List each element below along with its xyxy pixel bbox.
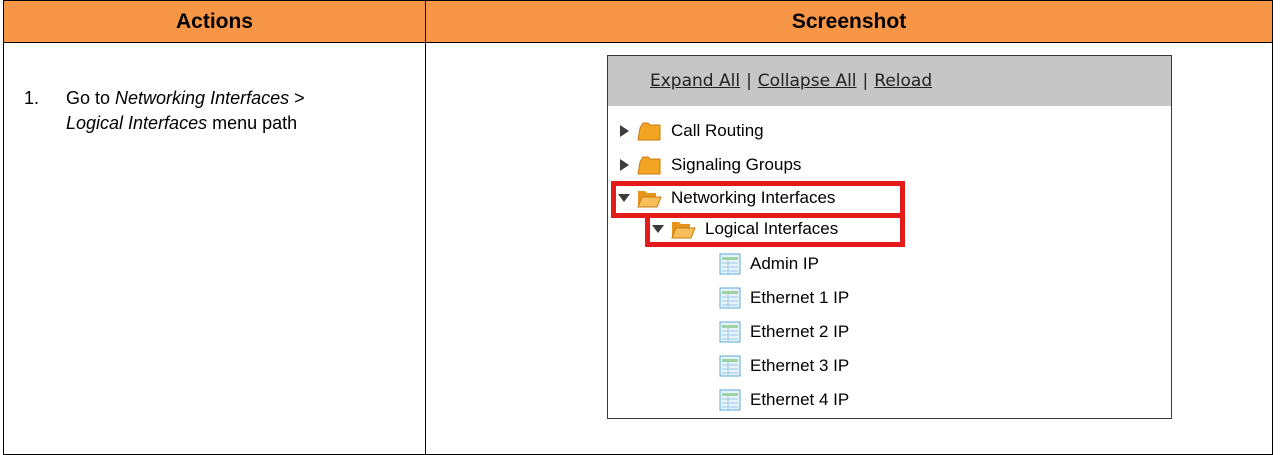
tree-node-label: Ethernet 1 IP	[750, 288, 850, 307]
tree-leaf-ethernet-2-ip[interactable]: Ethernet 2 IP	[719, 317, 849, 347]
tree-toolbar: Expand All | Collapse All | Reload	[608, 56, 1171, 106]
folder-open-icon	[636, 187, 662, 209]
step-prefix: Go to	[66, 88, 116, 108]
screenshot-area: Expand All | Collapse All | Reload Call …	[426, 43, 1272, 454]
triangle-down-icon[interactable]	[618, 191, 630, 205]
tree-leaf-ethernet-4-ip[interactable]: Ethernet 4 IP	[719, 385, 849, 415]
triangle-right-icon[interactable]	[618, 158, 630, 172]
screenshot-header: Screenshot	[425, 0, 1273, 43]
tree-node-logical-interfaces[interactable]: Logical Interfaces	[652, 214, 838, 244]
triangle-right-icon[interactable]	[618, 124, 630, 138]
instructions-table: Actions Screenshot 1. Go to Networking I…	[3, 0, 1273, 455]
tree-node-label: Networking Interfaces	[671, 188, 836, 207]
step-suffix: menu path	[207, 113, 298, 133]
reload-link[interactable]: Reload	[874, 71, 932, 91]
tree-node-label: Ethernet 3 IP	[750, 356, 850, 375]
table-page-icon	[719, 389, 741, 411]
table-page-icon	[719, 321, 741, 343]
triangle-down-icon[interactable]	[652, 222, 664, 236]
folder-closed-icon	[636, 154, 662, 176]
table-page-icon	[719, 253, 741, 275]
folder-closed-icon	[636, 120, 662, 142]
table-page-icon	[719, 355, 741, 377]
tree-leaf-ethernet-3-ip[interactable]: Ethernet 3 IP	[719, 351, 849, 381]
step-path-networking: Networking Interfaces	[115, 88, 290, 108]
actions-cell: 1. Go to Networking Interfaces > Logical…	[3, 42, 426, 455]
navigation-tree-panel: Expand All | Collapse All | Reload Call …	[607, 55, 1172, 419]
step-number: 1.	[24, 88, 40, 108]
tree-node-label: Signaling Groups	[671, 155, 802, 174]
table-row: 1. Go to Networking Interfaces > Logical…	[3, 42, 1273, 455]
screenshot-cell: Expand All | Collapse All | Reload Call …	[425, 42, 1273, 455]
tree-node-call-routing[interactable]: Call Routing	[618, 116, 764, 146]
toolbar-separator: |	[862, 71, 869, 91]
folder-open-icon	[670, 218, 696, 240]
step-text: 1. Go to Networking Interfaces > Logical…	[4, 43, 425, 136]
tree-node-label: Call Routing	[671, 121, 764, 140]
tree-node-label: Ethernet 2 IP	[750, 322, 850, 341]
step-path-logical: Logical Interfaces	[66, 113, 208, 133]
expand-all-link[interactable]: Expand All	[650, 71, 740, 91]
table-page-icon	[719, 287, 741, 309]
tree-node-label: Ethernet 4 IP	[750, 390, 850, 409]
table-header-row: Actions Screenshot	[3, 0, 1273, 43]
tree-leaf-ethernet-1-ip[interactable]: Ethernet 1 IP	[719, 283, 849, 313]
tree-node-networking-interfaces[interactable]: Networking Interfaces	[618, 183, 835, 213]
toolbar-separator: |	[746, 71, 752, 91]
collapse-all-link[interactable]: Collapse All	[758, 71, 857, 91]
actions-header: Actions	[3, 0, 426, 43]
tree-node-label: Logical Interfaces	[705, 219, 839, 238]
tree-node-signaling-groups[interactable]: Signaling Groups	[618, 150, 801, 180]
step-separator: >	[289, 88, 305, 108]
tree-leaf-admin-ip[interactable]: Admin IP	[719, 249, 819, 279]
tree-node-label: Admin IP	[750, 254, 819, 273]
